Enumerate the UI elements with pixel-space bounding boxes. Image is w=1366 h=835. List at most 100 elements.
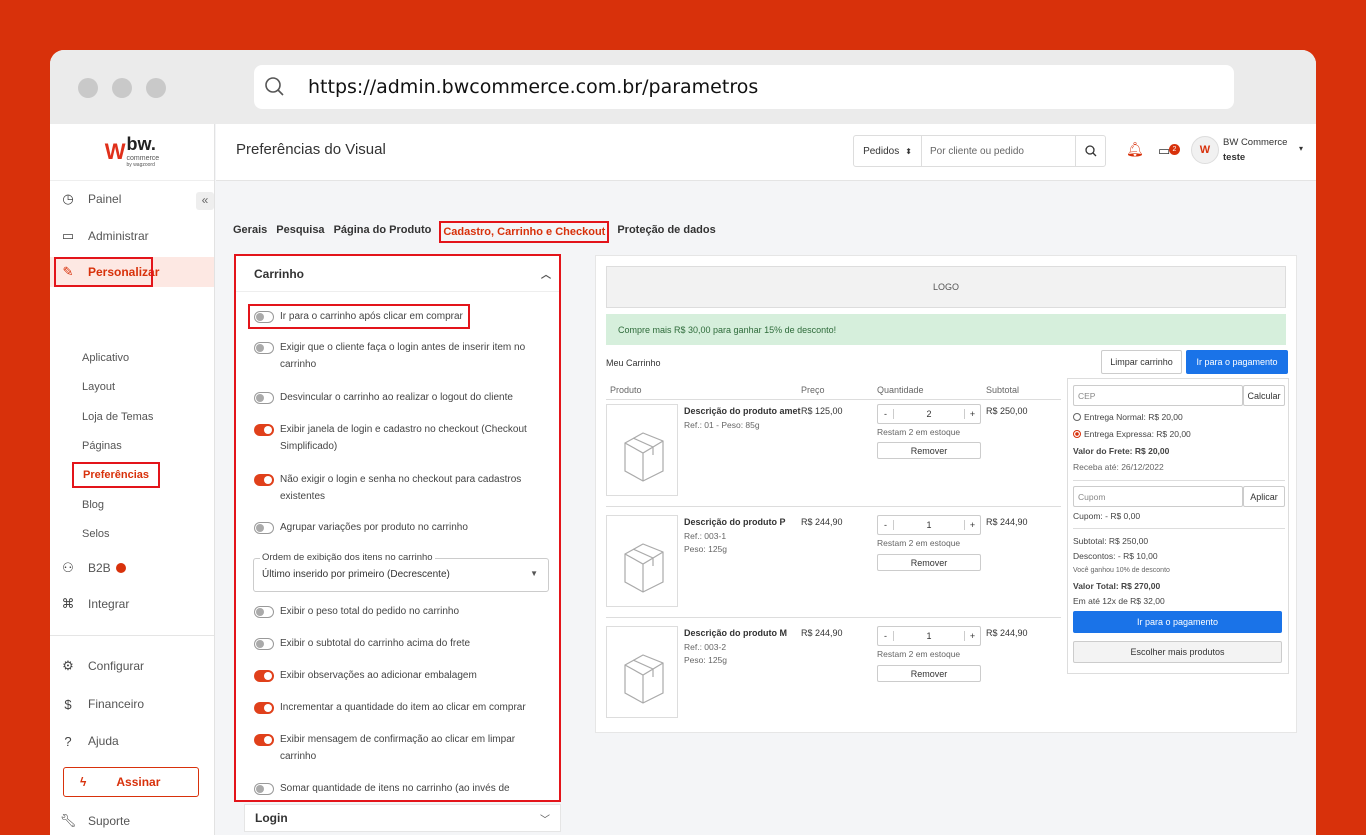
toggle-switch[interactable] [254,670,274,682]
sidebar-sub-selos[interactable]: Selos [82,528,110,540]
col-quantidade: Quantidade [877,385,924,395]
radio-button[interactable] [1073,413,1081,421]
toggle-switch[interactable] [254,702,274,714]
login-section-header[interactable]: Login ﹀ [244,804,561,832]
option-exigir-login[interactable]: Exigir que o cliente faça o login antes … [254,339,544,373]
option-mensagem-confirmacao[interactable]: Exibir mensagem de confirmação ao clicar… [254,731,544,765]
logo-sub: commerce [126,154,160,162]
sidebar-item-configurar[interactable]: ⚙ Configurar [50,651,214,681]
sidebar-item-administrar[interactable]: ▭ Administrar [50,221,214,251]
option-nao-exigir-login[interactable]: Não exigir o login e senha no checkout p… [254,471,544,505]
chevron-down-icon[interactable]: ▾ [1299,144,1303,153]
divider [1073,528,1285,529]
window-dot[interactable] [112,78,132,98]
option-checkout-simplificado[interactable]: Exibir janela de login e cadastro no che… [254,421,544,455]
sidebar-sub-layout[interactable]: Layout [82,381,115,393]
divider [606,506,1061,507]
window-dot[interactable] [78,78,98,98]
sidebar-sub-preferencias[interactable]: Preferências [72,462,161,488]
window-dot[interactable] [146,78,166,98]
sidebar-sub-blog[interactable]: Blog [82,499,104,511]
search-type-select[interactable]: Pedidos ⬍ [854,136,922,166]
remove-button[interactable]: Remover [877,554,981,571]
option-incrementar-quantidade[interactable]: Incrementar a quantidade do item ao clic… [254,699,544,716]
product-name[interactable]: Descrição do produto M [684,628,787,638]
sidebar-item-suporte[interactable]: 🔧︎ Suporte [50,806,214,835]
quantity-value[interactable]: 1 [894,631,964,641]
avatar[interactable]: W [1191,136,1219,164]
product-box-icon [606,626,678,718]
section-title: Carrinho [254,266,305,281]
quantity-stepper[interactable]: - 1 + [877,515,981,535]
tab-pagina-do-produto[interactable]: Página do Produto [333,221,433,243]
increment-button[interactable]: + [964,631,980,641]
tab-gerais[interactable]: Gerais [232,221,268,243]
radio-button[interactable] [1073,430,1081,438]
ordem-exibicao-select[interactable]: Ordem de exibição dos itens no carrinho … [253,552,549,592]
sidebar-item-label: Suporte [88,814,131,828]
toggle-switch[interactable] [254,522,274,534]
quantity-stepper[interactable]: - 2 + [877,404,981,424]
coupon-input[interactable]: Cupom [1073,486,1243,507]
logo-name: bw. [126,133,156,154]
option-ir-para-carrinho[interactable]: Ir para o carrinho após clicar em compra… [248,304,470,329]
quantity-stepper[interactable]: - 1 + [877,626,981,646]
sidebar-item-financeiro[interactable]: $ Financeiro [50,689,214,719]
search-input[interactable]: Por cliente ou pedido [922,146,1075,157]
sidebar-item-personalizar[interactable]: ✎ Personalizar [50,257,214,287]
quantity-value[interactable]: 2 [894,409,964,419]
sidebar-sub-aplicativo[interactable]: Aplicativo [82,352,129,364]
toggle-switch[interactable] [254,734,274,746]
sidebar-item-ajuda[interactable]: ? Ajuda [50,726,214,756]
toggle-switch[interactable] [254,342,274,354]
product-name[interactable]: Descrição do produto P [684,517,786,527]
product-name[interactable]: Descrição do produto amet [684,406,801,416]
toggle-switch[interactable] [254,783,274,795]
clear-cart-button[interactable]: Limpar carrinho [1101,350,1182,374]
brand-logo[interactable]: W bw. commerce by wagzoord [50,124,214,181]
decrement-button[interactable]: - [878,631,894,641]
bell-icon[interactable]: 🔔︎ [1126,141,1144,158]
toggle-switch[interactable] [254,311,274,323]
carrinho-section-header[interactable]: Carrinho ︿ [236,256,559,292]
toggle-switch[interactable] [254,474,274,486]
calculate-shipping-button[interactable]: Calcular [1243,385,1285,406]
apply-coupon-button[interactable]: Aplicar [1243,486,1285,507]
toggle-switch[interactable] [254,638,274,650]
increment-button[interactable]: + [964,520,980,530]
toggle-switch[interactable] [254,424,274,436]
decrement-button[interactable]: - [878,520,894,530]
tab-protecao-de-dados[interactable]: Proteção de dados [616,221,716,243]
toggle-switch[interactable] [254,392,274,404]
quantity-value[interactable]: 1 [894,520,964,530]
tab-pesquisa[interactable]: Pesquisa [275,221,325,243]
remove-button[interactable]: Remover [877,665,981,682]
toggle-switch[interactable] [254,606,274,618]
assinar-button[interactable]: ϟ Assinar [63,767,199,797]
increment-button[interactable]: + [964,409,980,419]
option-subtotal-acima-frete[interactable]: Exibir o subtotal do carrinho acima do f… [254,635,544,652]
search-button[interactable] [1075,136,1105,166]
cep-input[interactable]: CEP [1073,385,1243,406]
shipping-option-normal[interactable]: Entrega Normal: R$ 20,00 [1073,412,1183,422]
shipping-option-express[interactable]: Entrega Expressa: R$ 20,00 [1073,429,1191,439]
store-logo-placeholder: LOGO [606,266,1286,308]
sidebar-item-integrar[interactable]: ⌘ Integrar [50,589,214,619]
tab-cadastro-carrinho-checkout[interactable]: Cadastro, Carrinho e Checkout [439,221,610,243]
sidebar-sub-loja-de-temas[interactable]: Loja de Temas [82,411,153,423]
option-somar-quantidade[interactable]: Somar quantidade de itens no carrinho (a… [254,780,544,797]
option-agrupar-variacoes[interactable]: Agrupar variações por produto no carrinh… [254,519,544,536]
remove-button[interactable]: Remover [877,442,981,459]
summary-payment-button[interactable]: Ir para o pagamento [1073,611,1282,633]
continue-shopping-button[interactable]: Escolher mais produtos [1073,641,1282,663]
option-observacoes-embalagem[interactable]: Exibir observações ao adicionar embalage… [254,667,544,684]
option-peso-total[interactable]: Exibir o peso total do pedido no carrinh… [254,603,544,620]
sidebar-item-painel[interactable]: ◷ Painel [50,184,214,214]
divider [1073,480,1285,481]
go-to-payment-button[interactable]: Ir para o pagamento [1186,350,1288,374]
sidebar-item-b2b[interactable]: ⚇ B2B [50,553,214,583]
sidebar-sub-paginas[interactable]: Páginas [82,440,122,452]
address-bar[interactable]: https://admin.bwcommerce.com.br/parametr… [254,65,1234,109]
option-desvincular-carrinho[interactable]: Desvincular o carrinho ao realizar o log… [254,389,544,406]
decrement-button[interactable]: - [878,409,894,419]
